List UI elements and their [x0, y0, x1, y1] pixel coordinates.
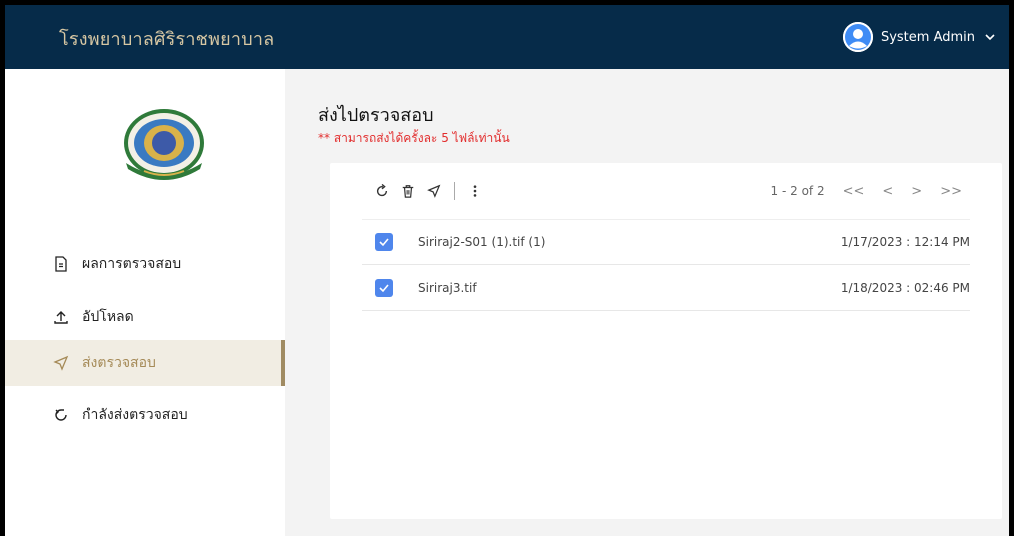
- sidebar-item-label: ผลการตรวจสอบ: [82, 256, 182, 272]
- refresh-icon[interactable]: [374, 183, 390, 199]
- upload-icon: [52, 308, 70, 326]
- sidebar-item-send-check[interactable]: ส่งตรวจสอบ: [5, 340, 285, 386]
- file-date: 1/17/2023 : 12:14 PM: [840, 235, 970, 249]
- file-name: Siriraj2-S01 (1).tif (1): [418, 235, 546, 249]
- app-brand[interactable]: โรงพยาบาลศิริราชพยาบาล: [59, 24, 274, 53]
- app-window: โรงพยาบาลศิริราชพยาบาล System Admin ผลกา…: [5, 5, 1009, 536]
- pagination: 1 - 2 of 2 << < > >>: [771, 179, 962, 203]
- document-icon: [52, 255, 70, 273]
- refresh-icon: [52, 406, 70, 424]
- user-menu[interactable]: System Admin: [842, 21, 997, 53]
- sidebar-item-upload[interactable]: อัปโหลด: [5, 294, 285, 340]
- top-bar: โรงพยาบาลศิริราชพยาบาล System Admin: [5, 5, 1009, 69]
- page-title: ส่งไปตรวจสอบ: [318, 105, 434, 126]
- sidebar: ผลการตรวจสอบ อัปโหลด ส่งตรวจสอบ กำลังส่ง…: [5, 69, 285, 536]
- delete-icon[interactable]: [400, 183, 416, 199]
- file-list: Siriraj2-S01 (1).tif (1) 1/17/2023 : 12:…: [362, 219, 970, 311]
- next-page-button[interactable]: >: [911, 184, 922, 199]
- chevron-down-icon: [985, 34, 995, 41]
- avatar-icon: [842, 22, 873, 52]
- file-name: Siriraj3.tif: [418, 280, 477, 295]
- check-icon: [379, 238, 389, 247]
- file-toolbar: [374, 179, 483, 203]
- sidebar-item-results[interactable]: ผลการตรวจสอบ: [5, 241, 285, 287]
- prev-page-button[interactable]: <: [882, 184, 893, 199]
- sidebar-item-label: ส่งตรวจสอบ: [82, 355, 156, 371]
- limit-warning: ** สามารถส่งได้ครั้งละ 5 ไฟล์เท่านั้น: [318, 131, 510, 145]
- toolbar-divider: [454, 182, 455, 200]
- user-name: System Admin: [880, 29, 975, 45]
- more-vertical-icon[interactable]: [467, 183, 483, 199]
- file-row[interactable]: Siriraj3.tif 1/18/2023 : 02:46 PM: [362, 265, 970, 311]
- sidebar-item-label: กำลังส่งตรวจสอบ: [82, 407, 188, 423]
- pagination-range: 1 - 2 of 2: [770, 184, 825, 198]
- send-icon: [52, 354, 70, 372]
- file-list-card: 1 - 2 of 2 << < > >> Siriraj2-S01 (1).ti…: [330, 163, 1002, 519]
- last-page-button[interactable]: >>: [940, 184, 962, 199]
- hospital-logo-icon: [124, 109, 204, 180]
- sidebar-item-label: อัปโหลด: [82, 309, 134, 325]
- file-checkbox[interactable]: [375, 278, 393, 297]
- file-row[interactable]: Siriraj2-S01 (1).tif (1) 1/17/2023 : 12:…: [362, 219, 970, 265]
- check-icon: [379, 283, 389, 292]
- sidebar-item-sending[interactable]: กำลังส่งตรวจสอบ: [5, 392, 285, 438]
- send-icon[interactable]: [426, 183, 442, 199]
- file-date: 1/18/2023 : 02:46 PM: [840, 280, 970, 295]
- first-page-button[interactable]: <<: [843, 184, 865, 199]
- file-checkbox[interactable]: [375, 233, 393, 251]
